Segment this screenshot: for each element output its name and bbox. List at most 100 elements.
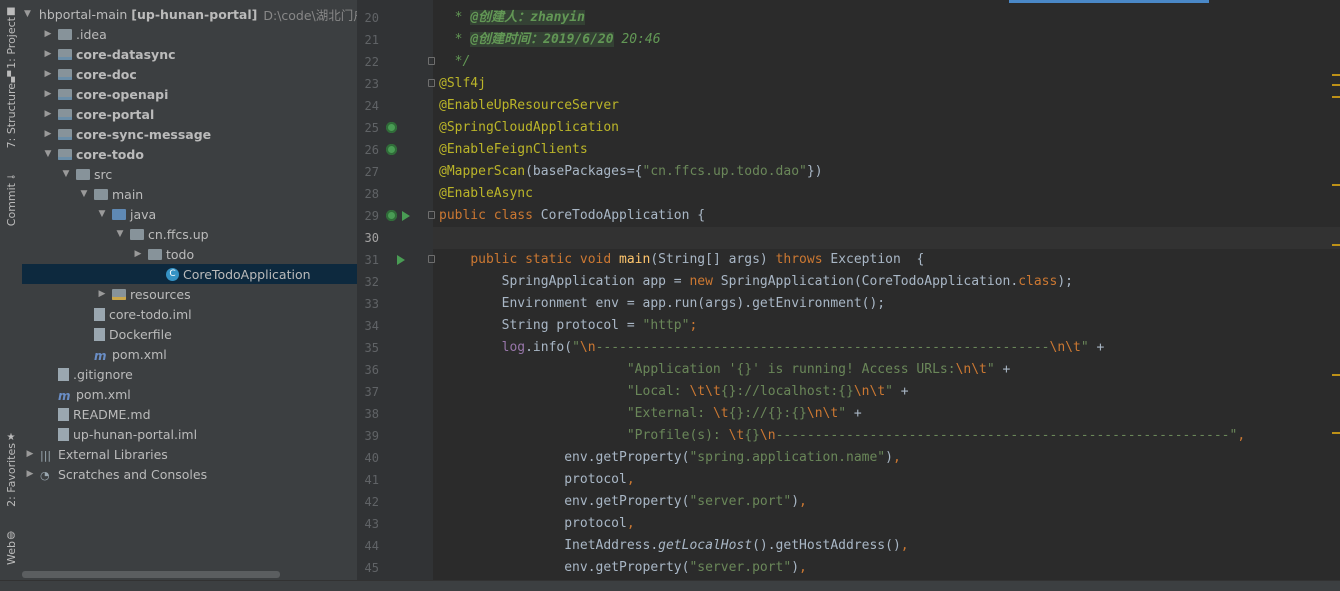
tree-item[interactable]: up-hunan-portal.iml	[22, 424, 377, 444]
tool-tab-label: Commit	[4, 183, 18, 227]
spring-bean-icon[interactable]	[386, 122, 397, 133]
tree-item[interactable]: ▶ .idea	[22, 24, 377, 44]
code-line[interactable]: env.getProperty("server.port"),	[439, 557, 1339, 579]
tree-item[interactable]: ▼ core-todo	[22, 144, 377, 164]
chevron-right-icon[interactable]: ▶	[42, 89, 54, 99]
fold-icon[interactable]	[428, 79, 435, 87]
fold-icon[interactable]	[428, 211, 435, 219]
fold-icon[interactable]	[428, 57, 435, 65]
fold-icon[interactable]	[428, 255, 435, 263]
code-line[interactable]: log.info("\n----------------------------…	[439, 337, 1339, 359]
error-stripe-mark[interactable]	[1332, 244, 1340, 246]
code-line[interactable]: "External: \t{}://{}:{}\n\t" +	[439, 403, 1339, 425]
code-line[interactable]: protocol,	[439, 513, 1339, 535]
line-number: 27	[364, 165, 379, 179]
spring-bean-icon[interactable]	[386, 210, 397, 221]
chevron-right-icon[interactable]: ▶	[132, 249, 144, 259]
error-stripe-mark[interactable]	[1332, 84, 1340, 86]
chevron-right-icon[interactable]: ▶	[24, 449, 36, 459]
line-number: 42	[364, 495, 379, 509]
chevron-down-icon[interactable]: ▼	[114, 229, 126, 239]
code-token: )	[791, 560, 800, 575]
file-icon	[58, 367, 69, 381]
gutter-line: 35	[357, 337, 433, 359]
tree-item[interactable]: ▼ src	[22, 164, 395, 184]
code-token: */	[439, 54, 471, 69]
tree-item[interactable]: Dockerfile	[22, 324, 413, 344]
tool-tab-project[interactable]: ■ 1: Project	[0, 4, 22, 69]
tree-item[interactable]: .gitignore	[22, 364, 377, 384]
error-stripe-mark[interactable]	[1332, 184, 1340, 186]
run-icon[interactable]	[397, 255, 405, 265]
code-line[interactable]: @EnableAsync	[439, 183, 1339, 205]
tree-item[interactable]: m pom.xml	[22, 344, 413, 364]
tree-item-label: core-doc	[76, 66, 137, 82]
chevron-down-icon[interactable]: ▼	[42, 149, 54, 159]
code-line[interactable]: "Profile(s): \t{}\n---------------------…	[439, 425, 1339, 447]
error-stripe-mark[interactable]	[1332, 96, 1340, 98]
tree-item[interactable]: ▼ main	[22, 184, 413, 204]
chevron-right-icon[interactable]: ▶	[42, 129, 54, 139]
tree-item[interactable]: ▶ core-openapi	[22, 84, 377, 104]
code-token: *	[439, 10, 471, 25]
error-stripe-mark[interactable]	[1332, 374, 1340, 376]
code-line[interactable]: InetAddress.getLocalHost().getHostAddres…	[439, 535, 1339, 557]
code-line[interactable]	[433, 227, 1340, 249]
tree-item[interactable]: README.md	[22, 404, 377, 424]
chevron-down-icon[interactable]: ▼	[78, 189, 90, 199]
tree-item[interactable]: ▶ core-datasync	[22, 44, 377, 64]
code-editor[interactable]: 20 21 22 23 24 25 26 27 28 29 30 31 32 33 34 35 36 37 38 39…	[357, 0, 1340, 580]
code-line[interactable]: "Local: \t\t{}://localhost:{}\n\t" +	[439, 381, 1339, 403]
code-line[interactable]: protocol,	[439, 469, 1339, 491]
spring-bean-icon[interactable]	[386, 144, 397, 155]
chevron-right-icon[interactable]: ▶	[42, 109, 54, 119]
code-line[interactable]: * @创建时间：2019/6/20 20:46	[439, 29, 1339, 51]
code-line[interactable]: * @创建人：zhanyin	[439, 7, 1339, 29]
tree-item[interactable]: ▶ ||| External Libraries	[22, 444, 359, 464]
run-icon[interactable]	[402, 211, 410, 221]
code-line[interactable]: @EnableFeignClients	[439, 139, 1339, 161]
code-line[interactable]: env.getProperty("spring.application.name…	[439, 447, 1339, 469]
chevron-down-icon[interactable]: ▼	[24, 9, 31, 19]
tree-item[interactable]: m pom.xml	[22, 384, 377, 404]
error-stripe-mark[interactable]	[1332, 74, 1340, 76]
line-number: 29	[364, 209, 379, 223]
line-number: 25	[364, 121, 379, 135]
code-line[interactable]: @MapperScan(basePackages={"cn.ffcs.up.to…	[439, 161, 1339, 183]
chevron-right-icon[interactable]: ▶	[42, 69, 54, 79]
code-line[interactable]: @EnableUpResourceServer	[439, 95, 1339, 117]
error-stripe-mark[interactable]	[1332, 432, 1340, 434]
code-line[interactable]: public static void main(String[] args) t…	[439, 249, 1339, 271]
chevron-right-icon[interactable]: ▶	[42, 29, 54, 39]
tree-item[interactable]: core-todo.iml	[22, 304, 413, 324]
code-line[interactable]: public class CoreTodoApplication {	[439, 205, 1339, 227]
chevron-down-icon[interactable]: ▼	[60, 169, 72, 179]
horizontal-scrollbar[interactable]	[22, 571, 280, 578]
code-line[interactable]: "Application '{}' is running! Access URL…	[439, 359, 1339, 381]
tool-tab-favorites[interactable]: ★ 2: Favorites	[0, 430, 22, 507]
tool-tab-structure[interactable]: ▚ 7: Structure	[0, 70, 22, 148]
tree-item[interactable]: ▶ core-doc	[22, 64, 377, 84]
line-number: 35	[364, 341, 379, 355]
tree-root-row[interactable]: ▼ hbportal-main [up-hunan-portal] D:\cod…	[22, 4, 366, 24]
code-line[interactable]: @Slf4j	[439, 73, 1339, 95]
tool-tab-web[interactable]: ◍ Web	[0, 528, 22, 565]
chevron-right-icon[interactable]: ▶	[24, 469, 36, 479]
chevron-right-icon[interactable]: ▶	[96, 289, 108, 299]
code-line[interactable]: env.getProperty("server.port"),	[439, 491, 1339, 513]
tree-item-label: core-portal	[76, 106, 155, 122]
code-line[interactable]: Environment env = app.run(args).getEnvir…	[439, 293, 1339, 315]
line-number: 45	[364, 561, 379, 575]
tree-item[interactable]: ▶ core-sync-message	[22, 124, 377, 144]
code-line[interactable]: @SpringCloudApplication	[439, 117, 1339, 139]
tree-item[interactable]: ▶ core-portal	[22, 104, 377, 124]
tool-tab-commit[interactable]: ⊸ Commit	[0, 170, 22, 226]
chevron-down-icon[interactable]: ▼	[96, 209, 108, 219]
chevron-right-icon[interactable]: ▶	[42, 49, 54, 59]
code-token: {}://localhost:{}	[720, 384, 854, 399]
code-line[interactable]: String protocol = "http";	[439, 315, 1339, 337]
tree-item[interactable]: ▶ ◔ Scratches and Consoles	[22, 464, 359, 484]
code-line[interactable]: */	[439, 51, 1339, 73]
code-line[interactable]: SpringApplication app = new SpringApplic…	[439, 271, 1339, 293]
